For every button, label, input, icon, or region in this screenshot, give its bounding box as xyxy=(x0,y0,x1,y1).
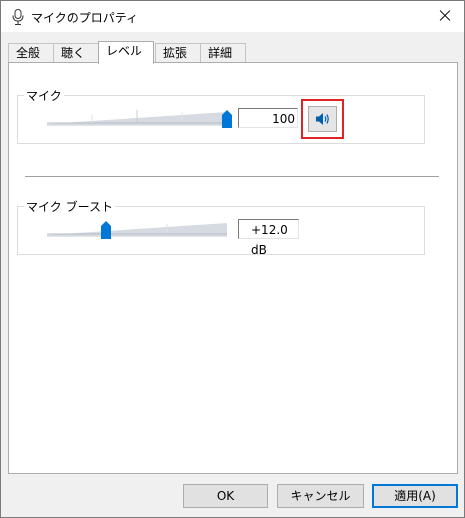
tab-enhancements[interactable]: 拡張 xyxy=(155,43,201,63)
boost-slider-thumb[interactable] xyxy=(101,221,111,239)
boost-slider-track xyxy=(47,223,227,237)
properties-window: マイクのプロパティ 全般 聴く レベル 拡張 詳細 マイク 100 マイク ブー… xyxy=(0,0,465,518)
boost-label: マイク ブースト xyxy=(24,198,115,215)
window-title: マイクのプロパティ xyxy=(31,11,139,25)
mic-slider-thumb[interactable] xyxy=(222,110,232,128)
tab-listen[interactable]: 聴く xyxy=(53,43,99,63)
mute-button[interactable] xyxy=(308,106,337,132)
mic-slider-track xyxy=(47,110,227,126)
title-bar: マイクのプロパティ xyxy=(1,1,464,32)
tab-levels[interactable]: レベル xyxy=(98,41,154,64)
divider xyxy=(25,176,439,177)
close-button[interactable] xyxy=(433,5,457,27)
tab-general[interactable]: 全般 xyxy=(8,43,54,63)
cancel-button[interactable]: キャンセル xyxy=(277,484,364,508)
mic-level-slider[interactable] xyxy=(47,107,232,131)
apply-button[interactable]: 適用(A) xyxy=(372,484,458,508)
boost-level-value[interactable]: +12.0 dB xyxy=(238,219,299,257)
tab-advanced[interactable]: 詳細 xyxy=(200,43,246,63)
mic-level-value[interactable]: 100 xyxy=(238,108,298,128)
microphone-icon xyxy=(12,9,24,25)
speaker-icon xyxy=(315,112,331,129)
ok-button[interactable]: OK xyxy=(183,484,268,508)
boost-slider[interactable] xyxy=(47,218,227,242)
mic-label: マイク xyxy=(24,87,64,104)
